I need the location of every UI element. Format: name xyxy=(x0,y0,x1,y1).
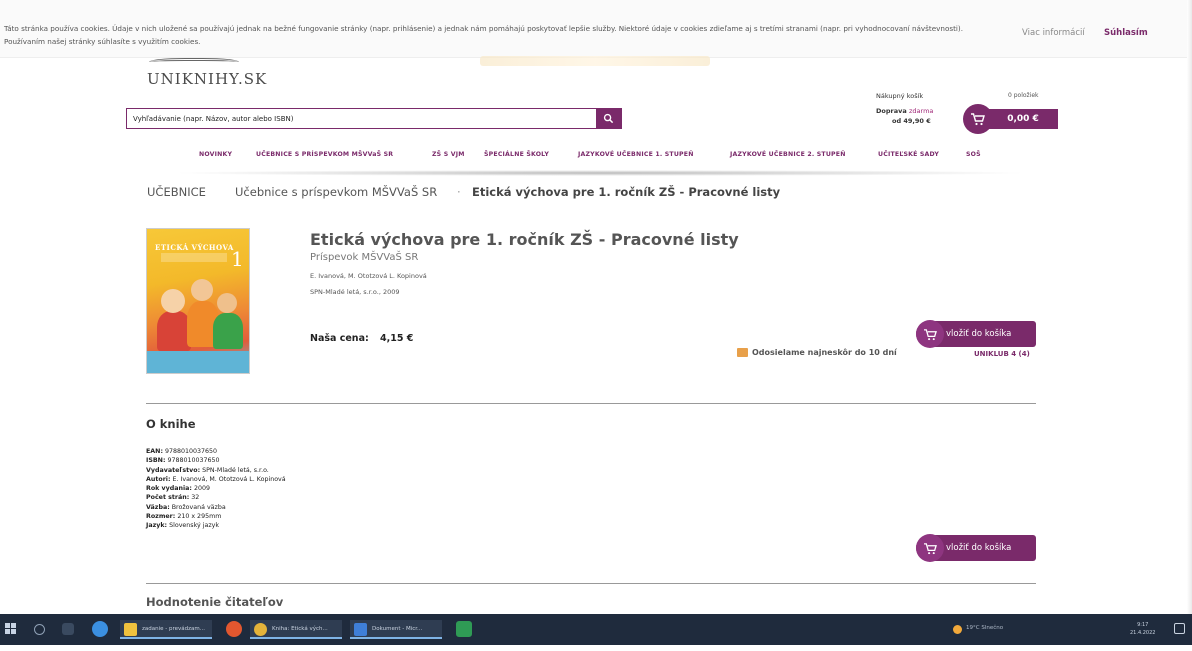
cart-title: Nákupný košík xyxy=(876,92,924,100)
cover-illustration xyxy=(191,279,213,301)
breadcrumb-ucebnice[interactable]: UČEBNICE xyxy=(147,185,206,199)
nav-item-zs-vjm[interactable]: ZŠ S VJM xyxy=(432,151,465,158)
product-title: Etická výchova pre 1. ročník ZŠ - Pracov… xyxy=(310,230,739,249)
add-to-cart-button-bottom[interactable]: vložiť do košíka xyxy=(916,534,1036,562)
search-button[interactable] xyxy=(596,109,621,128)
page-edge xyxy=(1187,0,1192,614)
weather-text[interactable]: 19°C Slnečno xyxy=(966,625,1003,631)
book-cover-number: 1 xyxy=(231,247,244,271)
about-heading: O knihe xyxy=(146,417,196,431)
cover-illustration xyxy=(161,289,185,313)
free-shipping-value: zdarma xyxy=(909,107,934,115)
cookie-accept-button[interactable]: Súhlasím xyxy=(1104,28,1148,38)
book-cover-image[interactable]: ETICKÁ VÝCHOVA 1 xyxy=(146,228,250,374)
taskbar-app-files[interactable]: zadanie - prevádzam... xyxy=(120,620,212,639)
detail-row: Rok vydania: 2009 xyxy=(146,485,210,493)
cookie-text: Táto stránka používa cookies. Údaje v ni… xyxy=(4,24,964,46)
excel-icon[interactable] xyxy=(456,621,472,637)
price-value: 4,15 € xyxy=(380,333,414,344)
nav-item-sos[interactable]: SOŠ xyxy=(966,151,981,158)
detail-row: Vydavateľstvo: SPN-Mladé letá, s.r.o. xyxy=(146,466,269,474)
word-icon xyxy=(354,623,367,636)
nav-item-jazykove-2[interactable]: JAZYKOVÉ UČEBNICE 2. STUPEŇ xyxy=(730,151,846,158)
system-clock[interactable]: 9:17 21.4.2022 xyxy=(1130,621,1155,637)
breadcrumb-ucebnice-prispevok[interactable]: Učebnice s príspevkom MŠVVaŠ SR xyxy=(235,185,437,199)
logo-text: UNIKNIHY.SK xyxy=(147,70,268,88)
shipping-info: Odosielame najneskôr do 10 dní xyxy=(752,348,897,357)
cart-icon xyxy=(971,113,985,126)
logo-book-icon xyxy=(149,58,239,68)
notification-icon[interactable] xyxy=(1174,623,1185,634)
cover-bottom-strip xyxy=(147,351,249,373)
search-box xyxy=(126,108,622,129)
section-divider xyxy=(146,403,1036,404)
add-to-cart-label: vložiť do košíka xyxy=(946,329,1012,339)
edge-browser-icon[interactable] xyxy=(92,621,108,637)
detail-row: Jazyk: Slovenský jazyk xyxy=(146,522,220,530)
search-icon[interactable] xyxy=(34,624,45,635)
free-shipping-limit: od 49,90 € xyxy=(892,117,931,125)
product-subtitle: Príspevok MŠVVaŠ SR xyxy=(310,252,419,263)
breadcrumb-current: Etická výchova pre 1. ročník ZŠ - Pracov… xyxy=(472,185,781,199)
firefox-icon[interactable] xyxy=(226,621,242,637)
detail-row: Počet strán: 32 xyxy=(146,494,200,502)
detail-row: Väzba: Brožovaná väzba xyxy=(146,503,226,511)
cookie-more-info-link[interactable]: Viac informácií xyxy=(1022,28,1085,38)
cart-icon xyxy=(916,534,944,562)
site-logo[interactable]: UNIKNIHY.SK xyxy=(147,58,267,88)
taskbar: zadanie - prevádzam... Kniha: Etická výc… xyxy=(0,614,1192,645)
task-view-icon[interactable] xyxy=(62,623,74,635)
cart-widget[interactable]: Nákupný košík 0 položiek Doprava zdarma … xyxy=(870,92,1060,138)
free-shipping-text: Doprava xyxy=(876,107,907,115)
reviews-heading: Hodnotenie čitateľov xyxy=(146,595,284,609)
detail-row: Rozmer: 210 x 295mm xyxy=(146,513,222,521)
product-authors: E. Ivanová, M. Ototzová L. Kopinová xyxy=(310,272,427,280)
product-publisher: SPN-Mladé letá, s.r.o., 2009 xyxy=(310,288,400,296)
cart-item-count: 0 položiek xyxy=(1008,92,1039,99)
nav-divider xyxy=(170,170,1030,176)
windows-start-icon[interactable] xyxy=(5,623,16,634)
price-label: Naša cena: xyxy=(310,333,369,344)
detail-row: ISBN: 9788010037650 xyxy=(146,457,220,465)
nav-item-specialne-skoly[interactable]: ŠPECIÁLNE ŠKOLY xyxy=(484,151,549,158)
chrome-icon xyxy=(254,623,267,636)
cover-illustration xyxy=(213,313,243,349)
taskbar-app-chrome[interactable]: Kniha: Etická vých... xyxy=(250,620,342,639)
detail-row: Autori: E. Ivanová, M. Ototzová L. Kopin… xyxy=(146,475,286,483)
cover-illustration xyxy=(217,293,237,313)
breadcrumb-separator: · xyxy=(457,185,461,199)
search-icon xyxy=(603,113,614,124)
uniklub-link[interactable]: UNIKLUB 4 (4) xyxy=(974,350,1030,358)
taskbar-app-word[interactable]: Dokument - Micr... xyxy=(350,620,442,639)
cart-button[interactable] xyxy=(963,104,993,134)
search-input[interactable] xyxy=(127,109,597,128)
main-nav: NOVINKY UČEBNICE S PRÍSPEVKOM MŠVVaŠ SR … xyxy=(150,148,1050,164)
book-cover-subtitle-band xyxy=(161,253,227,262)
add-to-cart-button[interactable]: vložiť do košíka xyxy=(916,320,1036,348)
free-shipping-label: Doprava zdarma xyxy=(876,107,933,115)
cart-total[interactable]: 0,00 € xyxy=(988,109,1058,129)
cookie-bar: Táto stránka používa cookies. Údaje v ni… xyxy=(0,0,1192,58)
nav-item-novinky[interactable]: NOVINKY xyxy=(199,151,232,158)
nav-item-jazykove-1[interactable]: JAZYKOVÉ UČEBNICE 1. STUPEŇ xyxy=(578,151,694,158)
nav-item-ucitelske-sady[interactable]: UČITEĽSKÉ SADY xyxy=(878,151,939,158)
nav-item-ucebnice-prispevok[interactable]: UČEBNICE S PRÍSPEVKOM MŠVVaŠ SR xyxy=(256,151,393,158)
folder-icon xyxy=(124,623,137,636)
header-banner xyxy=(480,56,710,66)
book-cover-title: ETICKÁ VÝCHOVA xyxy=(155,243,234,252)
section-divider xyxy=(146,583,1036,584)
detail-row: EAN: 9788010037650 xyxy=(146,448,218,455)
book-details: EAN: 9788010037650 ISBN: 9788010037650 V… xyxy=(146,447,286,531)
shipping-box-icon xyxy=(737,348,748,357)
cover-illustration xyxy=(157,311,191,351)
add-to-cart-label: vložiť do košíka xyxy=(946,543,1012,553)
weather-icon[interactable] xyxy=(953,625,962,634)
cart-icon xyxy=(916,320,944,348)
